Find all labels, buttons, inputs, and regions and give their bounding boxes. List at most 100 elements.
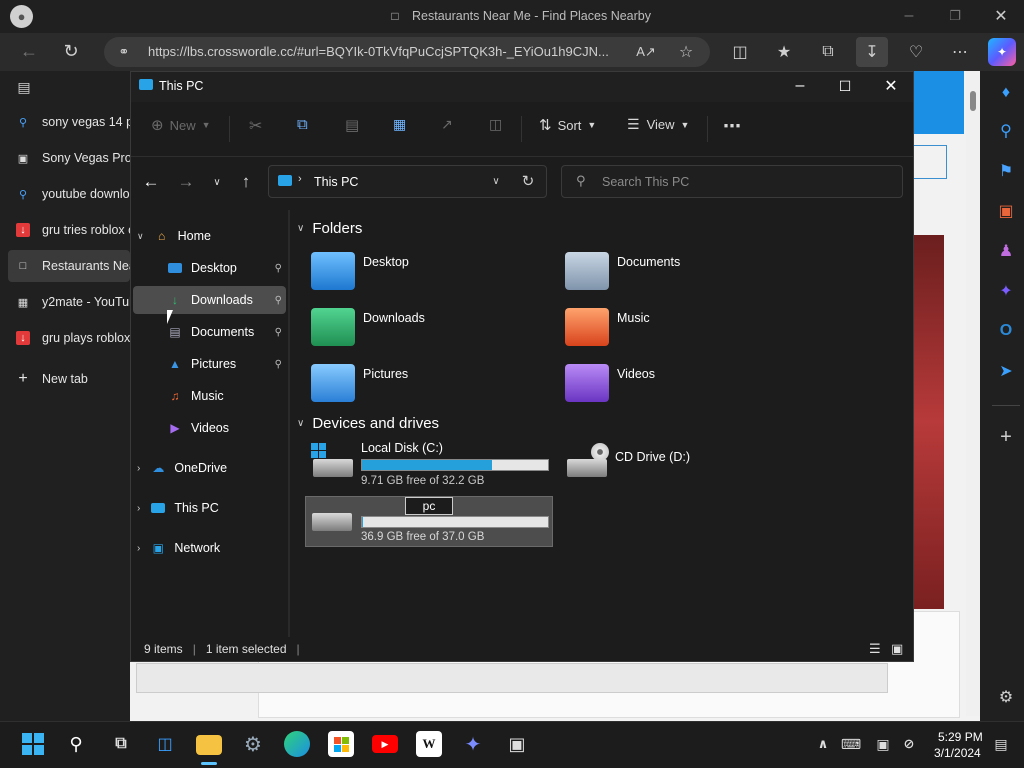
share-icon[interactable]: ↗ — [441, 116, 453, 133]
volume-muted-icon[interactable]: ⊘ — [896, 731, 922, 757]
page-scrollbar[interactable] — [966, 71, 980, 716]
chevron-up-icon[interactable]: ∧ — [810, 731, 836, 757]
pane-splitter[interactable] — [288, 210, 290, 637]
copilot-app-icon[interactable]: ✦ — [460, 731, 486, 757]
file-explorer-icon[interactable] — [196, 735, 222, 755]
minimize-button[interactable]: – — [898, 4, 920, 28]
paste-icon[interactable]: ▤ — [345, 116, 359, 134]
search-icon[interactable]: ⚲ — [63, 731, 89, 757]
search-box[interactable]: ⚲ Search This PC — [561, 165, 903, 198]
delete-icon[interactable]: ◫ — [489, 116, 502, 133]
copy-icon[interactable]: ⧉ — [297, 116, 308, 133]
forward-arrow-icon[interactable]: → — [174, 170, 198, 194]
rename-icon[interactable]: ▦ — [393, 116, 406, 133]
up-arrow-icon[interactable]: ↑ — [234, 170, 258, 194]
nav-item-this-pc[interactable]: › This PC — [137, 494, 285, 522]
copilot-icon[interactable]: ✦ — [988, 38, 1016, 66]
address-path-box[interactable]: › This PC ∨ ↻ — [268, 165, 547, 198]
maximize-button[interactable]: ☐ — [834, 75, 856, 97]
nav-item-pictures[interactable]: ▲ Pictures ⚲ — [133, 350, 286, 378]
outlook-icon[interactable]: O — [994, 319, 1018, 343]
start-button[interactable] — [20, 731, 46, 757]
roblox-studio-icon[interactable]: ▣ — [504, 731, 530, 757]
nav-home[interactable]: ∨ ⌂ Home — [137, 222, 285, 250]
folders-section-header[interactable]: ∨ Folders — [297, 220, 362, 237]
more-menu-icon[interactable]: ⋯ — [948, 40, 972, 64]
tab-item[interactable]: ▦ y2mate - YouTub — [8, 286, 130, 318]
favorites-icon[interactable]: ★ — [772, 40, 796, 64]
drive-c[interactable]: Local Disk (C:) 9.71 GB free of 32.2 GB — [309, 441, 553, 491]
folder-desktop[interactable]: Desktop — [311, 252, 409, 290]
favorite-star-icon[interactable]: ☆ — [674, 40, 698, 64]
new-tab-button[interactable]: + New tab — [8, 363, 130, 395]
network-status-icon[interactable]: ▣ — [870, 731, 896, 757]
refresh-icon[interactable]: ↻ — [519, 172, 537, 190]
settings-app-icon[interactable]: ⚙ — [240, 731, 266, 757]
settings-gear-icon[interactable]: ⚙ — [994, 685, 1018, 709]
widgets-icon[interactable]: ◫ — [152, 731, 178, 757]
collections-icon[interactable]: ⧉ — [816, 40, 840, 64]
cut-icon[interactable]: ✂ — [249, 116, 262, 136]
drive-d[interactable]: CD Drive (D:) — [563, 441, 763, 491]
nav-item-network[interactable]: › ▣ Network — [137, 534, 285, 562]
nav-item-videos[interactable]: ▶ Videos — [133, 414, 286, 442]
new-button[interactable]: ⊕ New ▼ — [151, 116, 211, 134]
folder-downloads[interactable]: Downloads — [311, 308, 425, 346]
clock-date[interactable]: 3/1/2024 — [934, 746, 981, 760]
health-icon[interactable]: ♡ — [904, 40, 928, 64]
details-view-icon[interactable]: ☰ — [869, 641, 881, 657]
drives-section-header[interactable]: ∨ Devices and drives — [297, 415, 439, 432]
search-icon[interactable]: ⚲ — [994, 119, 1018, 143]
games-icon[interactable]: ♟ — [994, 239, 1018, 263]
scrollbar-thumb[interactable] — [970, 91, 976, 111]
nav-item-downloads[interactable]: ↓ Downloads ⚲ — [133, 286, 286, 314]
wikipedia-icon[interactable]: W — [416, 731, 442, 757]
refresh-icon[interactable]: ↻ — [58, 38, 84, 64]
keyboard-icon[interactable]: ⌨ — [838, 731, 864, 757]
address-bar[interactable]: ⚭ https://lbs.crosswordle.cc/#url=BQYIk-… — [104, 37, 710, 67]
tab-item[interactable]: ▣ Sony Vegas Pro — [8, 142, 130, 174]
task-view-icon[interactable]: ⧉ — [108, 731, 134, 757]
folder-videos[interactable]: Videos — [565, 364, 655, 402]
close-button[interactable]: ✕ — [880, 75, 902, 97]
youtube-icon[interactable]: ▶ — [372, 735, 398, 753]
tab-item[interactable]: ↓ gru plays roblox — [8, 322, 130, 354]
close-button[interactable]: ✕ — [990, 4, 1012, 28]
tab-item[interactable]: ⚲sony vegas 14 pa — [8, 106, 130, 138]
edge-browser-icon[interactable] — [284, 731, 310, 757]
read-aloud-icon[interactable]: A↗ — [634, 40, 658, 64]
nav-item-onedrive[interactable]: › ☁ OneDrive — [137, 454, 285, 482]
tab-actions-icon[interactable]: ▤ — [14, 77, 34, 97]
shopping-tag-icon[interactable]: ⚑ — [994, 159, 1018, 183]
recent-locations-icon[interactable]: ∨ — [205, 170, 229, 194]
tab-item[interactable]: ⚲ youtube downlo — [8, 178, 130, 210]
restore-button[interactable]: ❐ — [944, 4, 966, 28]
notification-bell-icon[interactable]: ♦ — [994, 81, 1018, 105]
minimize-button[interactable]: – — [789, 75, 811, 97]
notification-center-icon[interactable]: ▤ — [988, 731, 1014, 757]
nav-item-desktop[interactable]: Desktop ⚲ — [133, 254, 286, 282]
store-icon[interactable] — [328, 731, 354, 757]
view-button[interactable]: ☰ View ▼ — [627, 116, 689, 133]
folder-documents[interactable]: Documents — [565, 252, 680, 290]
tab-item[interactable]: ↓ gru tries roblox o — [8, 214, 130, 246]
page-input-box[interactable] — [914, 145, 947, 179]
chevron-down-icon[interactable]: ∨ — [487, 172, 505, 190]
rename-input[interactable]: pc — [405, 497, 453, 515]
copilot-sidebar-icon[interactable]: ✦ — [994, 279, 1018, 303]
tab-item-active[interactable]: □Restaurants Near — [8, 250, 130, 282]
clock-time[interactable]: 5:29 PM — [938, 730, 983, 744]
send-icon[interactable]: ➤ — [994, 359, 1018, 383]
downloads-icon[interactable]: ↧ — [856, 37, 888, 67]
nav-item-documents[interactable]: ▤ Documents ⚲ — [133, 318, 286, 346]
tools-briefcase-icon[interactable]: ▣ — [994, 199, 1018, 223]
drive-pc-selected[interactable]: pc 36.9 GB free of 37.0 GB — [305, 496, 553, 547]
sort-button[interactable]: ⇅ Sort ▼ — [539, 116, 596, 134]
folder-music[interactable]: Music — [565, 308, 650, 346]
tiles-view-icon[interactable]: ▣ — [891, 641, 903, 657]
nav-item-music[interactable]: ♫ Music — [133, 382, 286, 410]
back-arrow-icon[interactable]: ← — [139, 170, 163, 194]
folder-pictures[interactable]: Pictures — [311, 364, 408, 402]
more-options-icon[interactable]: ⋯ — [723, 116, 742, 137]
split-screen-icon[interactable]: ◫ — [728, 40, 752, 64]
